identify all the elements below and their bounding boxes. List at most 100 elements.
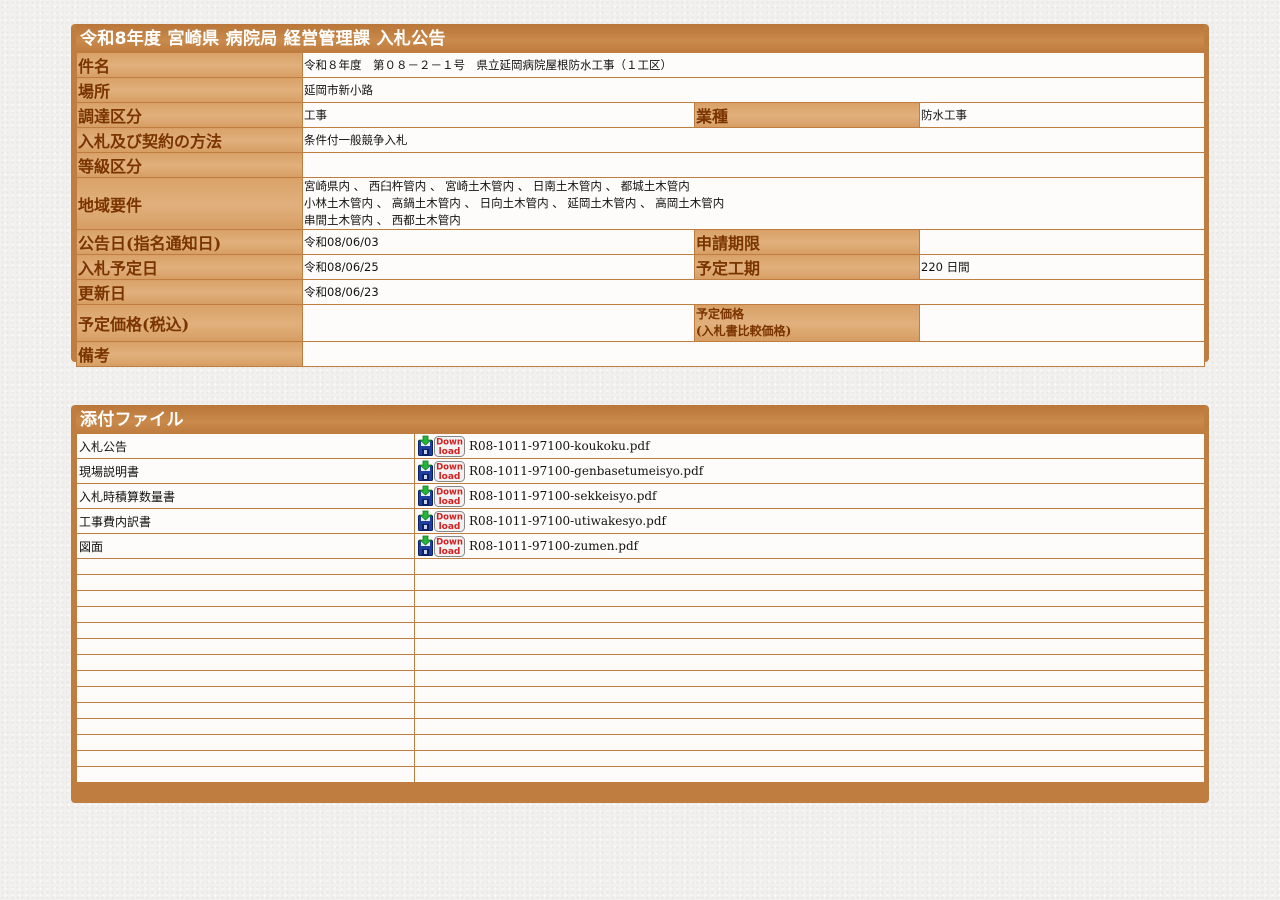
price2-label-line1: 予定価格 (696, 307, 745, 321)
grade-label: 等級区分 (76, 152, 303, 178)
empty-cell (76, 702, 415, 719)
attachment-download: Down load R08-1011-97100-zumen.pdf (416, 535, 1204, 557)
bid-date-label: 入札予定日 (76, 254, 303, 280)
empty-cell (414, 606, 1205, 623)
row-method: 入札及び契約の方法 条件付一般競争入札 (76, 127, 1206, 153)
announce-label: 公告日(指名通知日) (76, 229, 303, 255)
empty-row (76, 766, 1205, 783)
empty-row (76, 654, 1205, 671)
row-region: 地域要件 宮崎県内 、 西臼杵管内 、 宮崎土木管内 、 日南土木管内 、 都城… (76, 177, 1206, 230)
attachment-name: 現場説明書 (76, 458, 415, 484)
empty-cell (76, 750, 415, 767)
empty-cell (76, 574, 415, 591)
method-label: 入札及び契約の方法 (76, 127, 303, 153)
price-label: 予定価格(税込) (76, 304, 303, 342)
empty-row (76, 718, 1205, 735)
attachment-name: 工事費内訳書 (76, 508, 415, 534)
empty-cell (76, 686, 415, 703)
row-remarks: 備考 (76, 341, 1206, 367)
empty-cell (414, 558, 1205, 575)
download-floppy-icon[interactable]: Down load (418, 435, 465, 457)
attachments-panel: 添付ファイル 入札公告 Down load R08-1011-97100-kou… (71, 405, 1209, 803)
apply-deadline-value (918, 229, 1206, 255)
svg-text:Down: Down (436, 463, 463, 473)
empty-cell (76, 622, 415, 639)
download-floppy-icon[interactable]: Down load (418, 485, 465, 507)
region-line-1: 宮崎県内 、 西臼杵管内 、 宮崎土木管内 、 日南土木管内 、 都城土木管内 (304, 179, 690, 193)
attachment-download: Down load R08-1011-97100-genbasetumeisyo… (416, 460, 1204, 482)
row-bid-date: 入札予定日 令和08/06/25 予定工期 220 日間 (76, 254, 1206, 280)
attachment-row: 工事費内訳書 Down load R08-1011-97100-utiwakes… (76, 508, 1205, 534)
row-price: 予定価格(税込) 予定価格 (入札書比較価格) (76, 304, 1206, 342)
notice-title: 令和8年度 宮崎県 病院局 経営管理課 入札公告 (76, 24, 1204, 52)
empty-cell (76, 718, 415, 735)
attachment-row: 入札公告 Down load R08-1011-97100-koukoku.pd… (76, 433, 1205, 459)
region-value: 宮崎県内 、 西臼杵管内 、 宮崎土木管内 、 日南土木管内 、 都城土木管内 … (301, 177, 1206, 230)
empty-cell (414, 702, 1205, 719)
empty-row (76, 590, 1205, 607)
attachment-filename-link[interactable]: R08-1011-97100-utiwakesyo.pdf (469, 514, 666, 528)
row-grade: 等級区分 (76, 152, 1206, 178)
price-value (302, 304, 695, 342)
price2-label: 予定価格 (入札書比較価格) (694, 304, 920, 342)
price2-label-line2: (入札書比較価格) (696, 324, 792, 338)
empty-cell (76, 654, 415, 671)
svg-text:Down: Down (436, 438, 463, 448)
region-line-2: 小林土木管内 、 高鍋土木管内 、 日向土木管内 、 延岡土木管内 、 高岡土木… (304, 196, 725, 210)
empty-row (76, 574, 1205, 591)
empty-cell (76, 734, 415, 751)
empty-cell (76, 670, 415, 687)
attachment-filename-link[interactable]: R08-1011-97100-sekkeisyo.pdf (469, 489, 657, 503)
empty-cell (76, 606, 415, 623)
svg-text:Down: Down (436, 488, 463, 498)
remarks-label: 備考 (76, 341, 303, 367)
procurement-label: 調達区分 (76, 102, 303, 128)
empty-cell (414, 590, 1205, 607)
attachments-rows: 入札公告 Down load R08-1011-97100-koukoku.pd… (76, 433, 1205, 783)
bid-date-value: 令和08/06/25 (302, 254, 695, 280)
announce-value: 令和08/06/03 (302, 229, 695, 255)
empty-row (76, 558, 1205, 575)
attachment-download: Down load R08-1011-97100-koukoku.pdf (416, 435, 1204, 457)
attachment-filename-link[interactable]: R08-1011-97100-genbasetumeisyo.pdf (469, 464, 703, 478)
empty-cell (414, 638, 1205, 655)
empty-row (76, 702, 1205, 719)
empty-cell (414, 670, 1205, 687)
term-label: 予定工期 (694, 254, 920, 280)
attachments-table: 入札公告 Down load R08-1011-97100-koukoku.pd… (76, 433, 1205, 783)
industry-label: 業種 (694, 102, 920, 128)
download-floppy-icon[interactable]: Down load (418, 510, 465, 532)
svg-text:load: load (439, 522, 461, 532)
attachment-download: Down load R08-1011-97100-sekkeisyo.pdf (416, 485, 1204, 507)
empty-row (76, 750, 1205, 767)
price2-value (918, 304, 1206, 342)
attachment-filename-link[interactable]: R08-1011-97100-koukoku.pdf (469, 439, 650, 453)
empty-row (76, 686, 1205, 703)
region-label: 地域要件 (76, 177, 303, 230)
location-value: 延岡市新小路 (301, 77, 1206, 103)
download-floppy-icon[interactable]: Down load (418, 460, 465, 482)
industry-value: 防水工事 (918, 102, 1206, 128)
term-value: 220 日間 (918, 254, 1206, 280)
empty-row (76, 606, 1205, 623)
region-line-3: 串間土木管内 、 西都土木管内 (304, 213, 461, 227)
empty-cell (76, 638, 415, 655)
empty-cell (414, 766, 1205, 783)
remarks-value (301, 341, 1206, 367)
updated-value: 令和08/06/23 (301, 279, 1206, 305)
attachment-filename-link[interactable]: R08-1011-97100-zumen.pdf (469, 539, 638, 553)
empty-row (76, 734, 1205, 751)
svg-text:load: load (439, 547, 461, 557)
attachment-row: 図面 Down load R08-1011-97100-zumen.pdf (76, 533, 1205, 559)
notice-table: 件名 令和８年度 第０８－２－１号 県立延岡病院屋根防水工事（１工区） 場所 延… (76, 52, 1206, 367)
subject-value: 令和８年度 第０８－２－１号 県立延岡病院屋根防水工事（１工区） (301, 52, 1206, 78)
empty-cell (76, 766, 415, 783)
row-procurement: 調達区分 工事 業種 防水工事 (76, 102, 1206, 128)
row-location: 場所 延岡市新小路 (76, 77, 1206, 103)
grade-value (301, 152, 1206, 178)
download-floppy-icon[interactable]: Down load (418, 535, 465, 557)
apply-deadline-label: 申請期限 (694, 229, 920, 255)
attachment-file-cell: Down load R08-1011-97100-sekkeisyo.pdf (414, 483, 1205, 509)
procurement-value: 工事 (302, 102, 695, 128)
subject-label: 件名 (76, 52, 303, 78)
